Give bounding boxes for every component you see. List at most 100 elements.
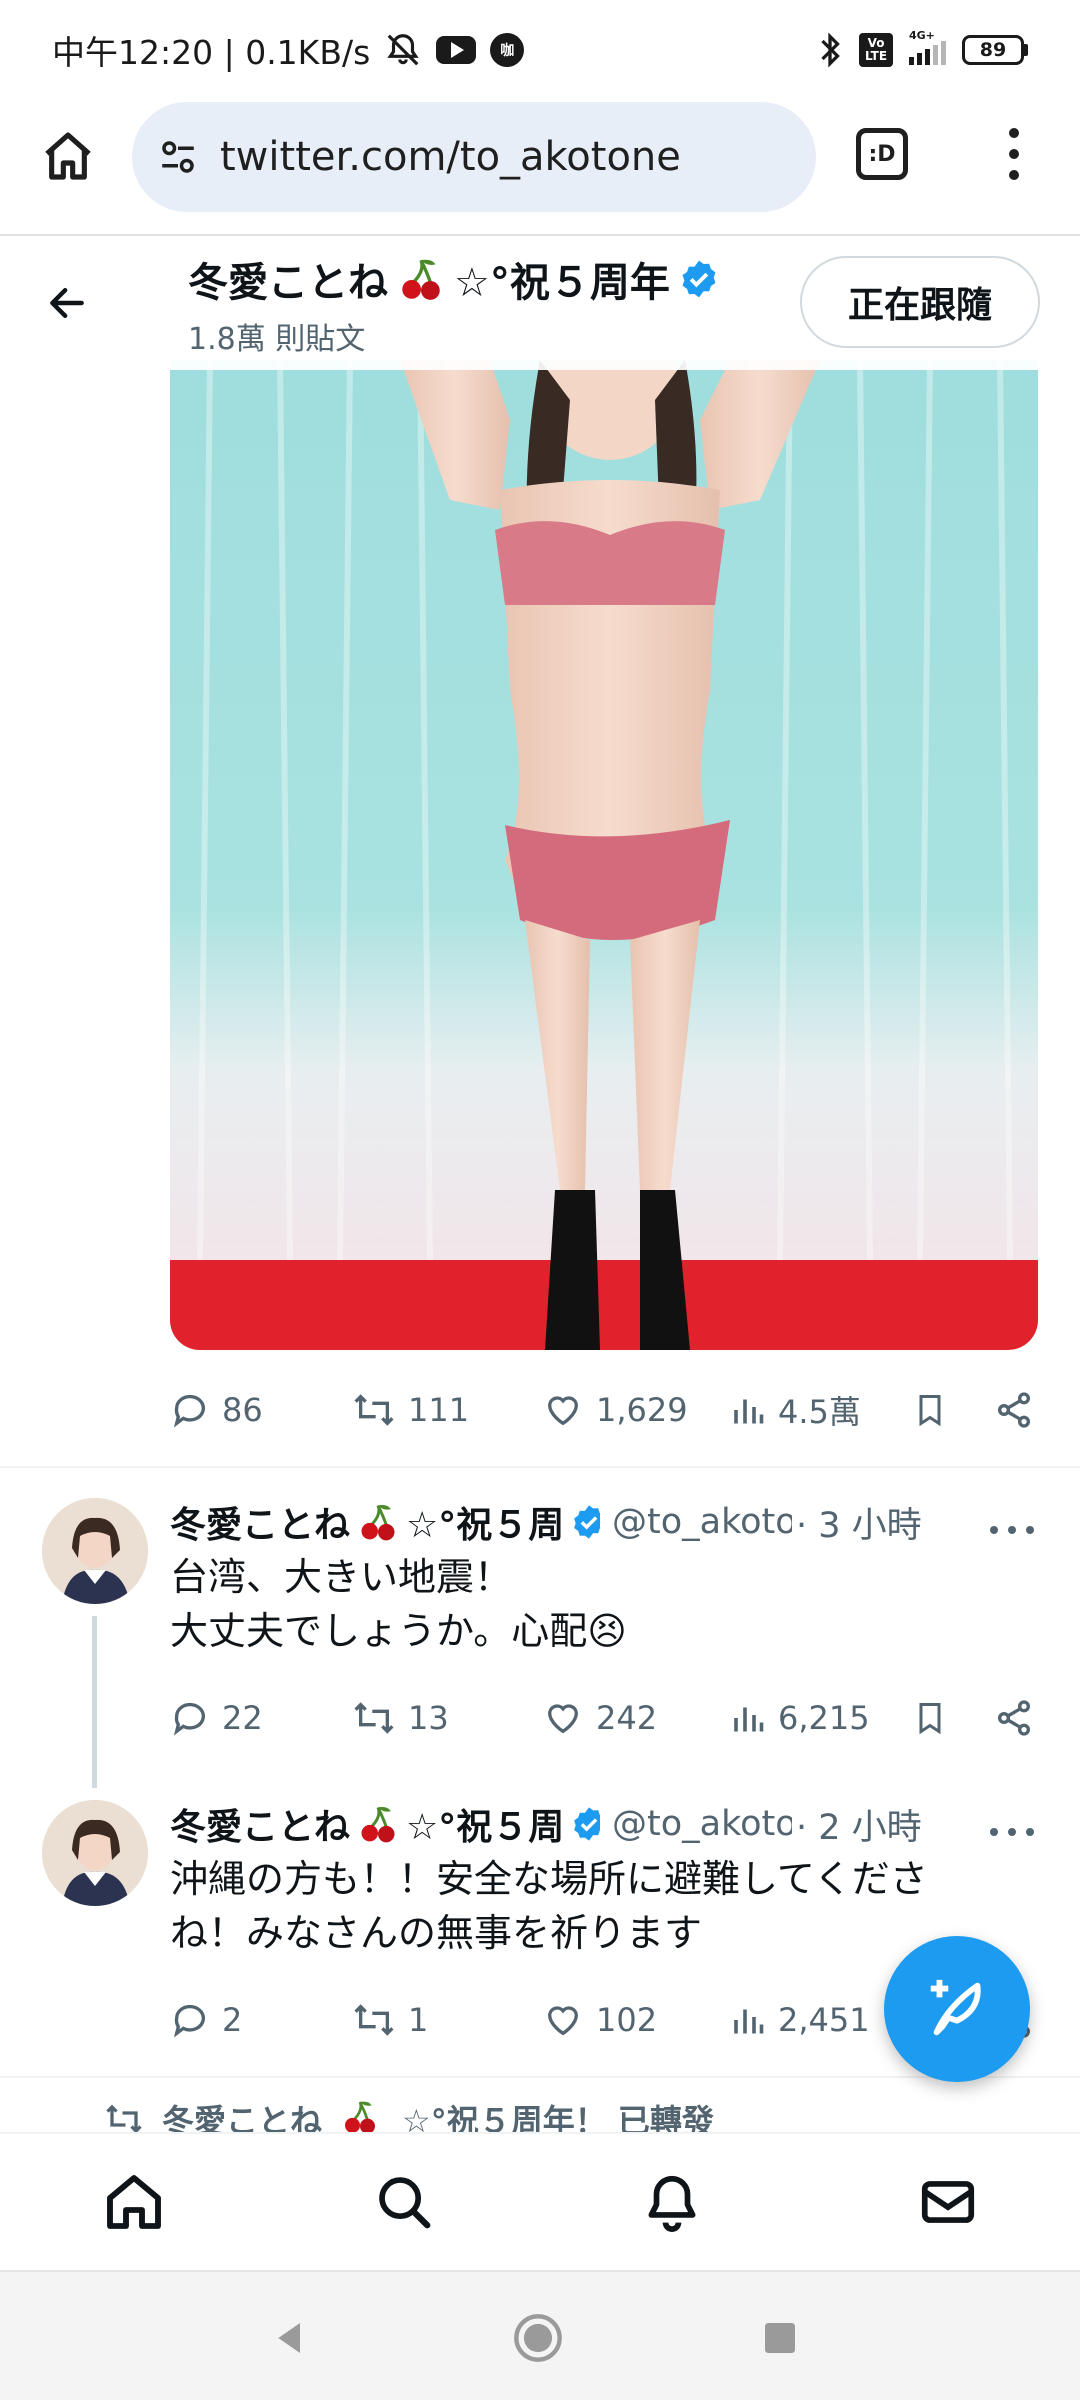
thread-line bbox=[92, 1616, 97, 1788]
more-options-icon[interactable] bbox=[990, 1520, 1034, 1540]
share-button[interactable] bbox=[994, 1390, 1034, 1430]
compose-post-button[interactable] bbox=[884, 1936, 1030, 2082]
back-arrow-icon[interactable] bbox=[40, 276, 94, 330]
author-name[interactable]: 冬愛ことね ☆°祝５周 bbox=[170, 1496, 600, 1548]
network-type-label: 4G+ bbox=[909, 29, 935, 42]
like-button[interactable]: 1,629 bbox=[542, 1390, 688, 1430]
nav-home-icon[interactable] bbox=[98, 2166, 170, 2238]
reply-button[interactable]: 22 bbox=[170, 1698, 263, 1738]
tweet-actions: 22 13 242 6,215 bbox=[170, 1688, 1038, 1748]
retweet-button[interactable]: 13 bbox=[352, 1698, 449, 1738]
tweet-header: 冬愛ことね ☆°祝５周 @to_akoto · 3 小時 bbox=[170, 1496, 1038, 1548]
retweet-icon bbox=[354, 1394, 394, 1426]
site-settings-icon[interactable] bbox=[154, 133, 202, 181]
tweet-text: 台湾、大きい地震！ 大丈夫でしょうか。心配😣 bbox=[170, 1550, 1010, 1658]
tweet-actions: 86 111 1,629 4.5萬 bbox=[170, 1380, 1038, 1440]
views-count: 6,215 bbox=[778, 1699, 870, 1737]
retweet-button[interactable]: 1 bbox=[352, 2000, 428, 2040]
like-count: 102 bbox=[596, 2001, 658, 2039]
more-options-icon[interactable] bbox=[990, 1822, 1034, 1842]
views-count: 2,451 bbox=[778, 2001, 870, 2039]
cherry-emoji-icon bbox=[356, 1802, 400, 1846]
retweet-count: 111 bbox=[408, 1391, 470, 1429]
views-button[interactable]: 4.5萬 bbox=[730, 1387, 861, 1433]
system-recents-icon[interactable] bbox=[752, 2310, 808, 2366]
author-name[interactable]: 冬愛ことね ☆°祝５周 bbox=[170, 1798, 600, 1850]
browser-toolbar: twitter.com/to_akotone :D bbox=[0, 100, 1080, 236]
nav-search-icon[interactable] bbox=[368, 2166, 440, 2238]
author-handle[interactable]: @to_akoto bbox=[612, 1804, 792, 1844]
bookmark-button[interactable] bbox=[912, 1698, 948, 1738]
views-button[interactable]: 2,451 bbox=[730, 2000, 870, 2040]
share-button[interactable] bbox=[994, 1698, 1034, 1738]
retweet-count: 13 bbox=[408, 1699, 449, 1737]
tweet-media-image[interactable] bbox=[170, 360, 1038, 1350]
views-button[interactable]: 6,215 bbox=[730, 1698, 870, 1738]
signal-icon: 4G+ bbox=[909, 29, 946, 65]
profile-name-suffix: ☆°祝５周年 bbox=[454, 260, 670, 306]
author-name-text: 冬愛ことね bbox=[170, 1807, 351, 1848]
reply-button[interactable]: 86 bbox=[170, 1390, 263, 1430]
bookmark-icon bbox=[919, 1703, 941, 1735]
views-chart-icon bbox=[734, 1707, 764, 1732]
retweet-icon bbox=[354, 2004, 394, 2036]
retweet-icon bbox=[354, 1702, 394, 1734]
status-time-speed: 中午12:20 | 0.1KB/s bbox=[52, 33, 371, 72]
tweet-text-line: 台湾、大きい地震！ bbox=[170, 1555, 513, 1599]
tweet-header: 冬愛ことね ☆°祝５周 @to_akoto · 2 小時 bbox=[170, 1798, 1038, 1850]
avatar[interactable] bbox=[42, 1498, 148, 1604]
cherry-emoji-icon bbox=[396, 254, 446, 304]
like-button[interactable]: 242 bbox=[542, 1698, 657, 1738]
retweet-button[interactable]: 111 bbox=[352, 1390, 469, 1430]
verified-badge-icon bbox=[570, 1805, 600, 1843]
tweet-divider bbox=[0, 2076, 1080, 2078]
more-menu-icon[interactable] bbox=[996, 122, 1032, 186]
reply-count: 22 bbox=[222, 1699, 263, 1737]
avatar[interactable] bbox=[42, 1800, 148, 1906]
url-text: twitter.com/to_akotone bbox=[220, 134, 681, 180]
muted-bell-icon bbox=[384, 31, 422, 69]
reply-icon bbox=[173, 2004, 205, 2038]
reply-count: 2 bbox=[222, 2001, 243, 2039]
tweet-time[interactable]: · 2 小時 bbox=[796, 1799, 922, 1850]
battery-level: 89 bbox=[962, 35, 1024, 65]
battery-icon: 89 bbox=[962, 35, 1028, 65]
system-navigation-bar bbox=[0, 2270, 1080, 2400]
system-home-icon[interactable] bbox=[510, 2310, 566, 2366]
nav-notifications-icon[interactable] bbox=[636, 2166, 708, 2238]
profile-header: 冬愛ことね ☆°祝５周年 1.8萬 則貼文 正在跟隨 bbox=[0, 236, 1080, 370]
author-name-suffix: ☆°祝５周 bbox=[406, 1807, 565, 1848]
like-button[interactable]: 102 bbox=[542, 2000, 657, 2040]
retweet-count: 1 bbox=[408, 2001, 429, 2039]
author-name-text: 冬愛ことね bbox=[170, 1505, 351, 1546]
share-icon bbox=[998, 1392, 1030, 1428]
nav-messages-icon[interactable] bbox=[912, 2166, 984, 2238]
views-count: 4.5萬 bbox=[778, 1393, 861, 1431]
reply-count: 86 bbox=[222, 1391, 263, 1429]
profile-name-text: 冬愛ことね bbox=[188, 260, 388, 306]
tweet-text-line: 大丈夫でしょうか。心配😣 bbox=[170, 1609, 627, 1653]
reply-icon bbox=[173, 1702, 205, 1736]
profile-name: 冬愛ことね ☆°祝５周年 bbox=[188, 250, 720, 308]
like-count: 242 bbox=[596, 1699, 658, 1737]
tweet-time[interactable]: · 3 小時 bbox=[796, 1497, 922, 1548]
following-button[interactable]: 正在跟隨 bbox=[800, 256, 1040, 348]
verified-badge-icon bbox=[678, 258, 720, 300]
cherry-emoji-icon bbox=[356, 1500, 400, 1544]
like-count: 1,629 bbox=[596, 1391, 688, 1429]
bookmark-button[interactable] bbox=[912, 1390, 948, 1430]
system-back-icon[interactable] bbox=[262, 2310, 318, 2366]
volte-icon: Vo LTE bbox=[859, 33, 893, 67]
author-handle[interactable]: @to_akoto bbox=[612, 1502, 792, 1542]
tab-switcher-button[interactable]: :D bbox=[856, 128, 908, 180]
bottom-navigation bbox=[0, 2132, 1080, 2270]
share-icon bbox=[998, 1700, 1030, 1736]
reply-button[interactable]: 2 bbox=[170, 2000, 242, 2040]
tweet-text: 沖縄の方も！！安全な場所に避難してくださ ね！みなさんの無事を祈ります bbox=[170, 1852, 1010, 1960]
home-icon[interactable] bbox=[38, 126, 98, 186]
url-bar[interactable]: twitter.com/to_akotone bbox=[132, 102, 816, 212]
reply-icon bbox=[173, 1394, 205, 1428]
author-name-suffix: ☆°祝５周 bbox=[406, 1505, 565, 1546]
heart-icon bbox=[547, 1704, 579, 1734]
tweet-text-line: 沖縄の方も！！安全な場所に避難してくださ bbox=[170, 1857, 928, 1901]
